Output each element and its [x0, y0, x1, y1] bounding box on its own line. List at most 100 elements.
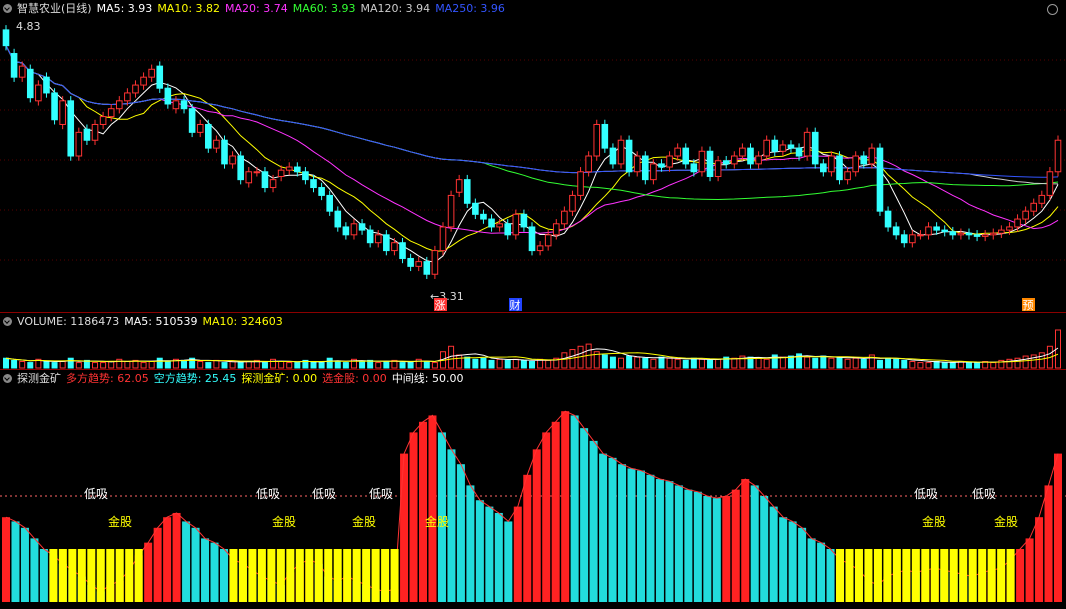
candle-body [140, 76, 147, 86]
indicator-bar [712, 498, 721, 602]
candle-body [91, 123, 99, 141]
candle-body [561, 210, 568, 225]
volume-bar [407, 360, 414, 369]
volume-bar [237, 362, 244, 369]
volume-bar [707, 359, 714, 369]
signal-gold-stock: 金股 [352, 514, 376, 529]
volume-bar [990, 362, 997, 369]
volume-label-2: MA10: 324603 [202, 315, 283, 328]
gold-bar [949, 549, 958, 602]
candle-body [860, 155, 868, 165]
gold-bar [134, 549, 143, 602]
candle-body [1014, 218, 1021, 228]
gold-bar [96, 549, 105, 602]
volume-bar [933, 360, 940, 369]
volume-bar [27, 362, 34, 369]
gold-bar [873, 549, 882, 602]
signal-gold-stock: 金股 [922, 514, 946, 529]
ma120-line [5, 45, 1058, 185]
indicator-bar [485, 506, 494, 602]
candle-body [294, 166, 301, 173]
volume-bar [221, 362, 228, 369]
volume-bar [1038, 352, 1045, 369]
event-marker-text: 财 [510, 298, 521, 312]
volume-bar [67, 357, 74, 369]
indicator-bar [11, 521, 20, 602]
candle-body [998, 229, 1005, 234]
indicator-bar [580, 428, 589, 602]
candle-body [59, 100, 66, 125]
candle-body [504, 223, 512, 236]
volume-bar [431, 362, 438, 369]
candle-body [1046, 171, 1054, 196]
signal-low-buy: 低吸 [84, 487, 108, 501]
pane-divider [0, 312, 1066, 313]
volume-bar [504, 359, 511, 369]
candle-body [706, 150, 714, 177]
indicator-bar [779, 517, 788, 602]
volume-bar [1030, 354, 1037, 369]
indicator-bar [182, 521, 191, 602]
volume-bar [270, 358, 277, 369]
volume-bar [804, 356, 811, 369]
candle-body [1006, 226, 1013, 231]
gold-bar [371, 549, 380, 602]
candle-body [67, 100, 75, 157]
indicator-bar [731, 489, 740, 602]
candle-body [277, 169, 285, 177]
collapse-icon[interactable] [3, 374, 12, 383]
candle-body [1022, 210, 1029, 220]
signal-low-buy: 低吸 [972, 487, 996, 501]
volume-bar [116, 358, 123, 369]
candle-body [455, 179, 463, 193]
volume-bar [11, 359, 18, 369]
candle-body [1054, 139, 1062, 173]
candle-body [771, 139, 779, 152]
volume-bar [690, 357, 697, 369]
indicator-bar [570, 415, 579, 602]
volume-bar [529, 360, 535, 369]
collapse-icon[interactable] [3, 4, 12, 13]
candle-body [779, 144, 787, 152]
collapse-icon[interactable] [3, 317, 12, 326]
candle-body [302, 171, 309, 181]
indicator-bar [1044, 485, 1053, 602]
indicator-label-3: 探测金矿: 0.00 [241, 372, 318, 385]
candle-body [650, 163, 657, 181]
gold-bar [295, 549, 304, 602]
volume-bar [294, 362, 301, 369]
ma-label-2: MA20: 3.74 [225, 2, 288, 15]
candle-body [820, 163, 827, 173]
volume-bar [156, 357, 163, 369]
volume-bar [213, 359, 220, 369]
candle-body [698, 150, 706, 173]
window-control-icon[interactable] [1047, 4, 1058, 15]
candle-body [722, 160, 730, 165]
volume-bar [909, 360, 916, 369]
indicator-bar [741, 479, 750, 602]
signal-gold-stock: 金股 [108, 514, 132, 529]
candle-body [544, 234, 552, 247]
gold-bar [940, 549, 949, 602]
gold-bar [883, 549, 892, 602]
indicator-label-5: 中间线: 50.00 [391, 372, 464, 385]
candle-body [909, 234, 916, 244]
candle-body [690, 163, 698, 173]
volume-bar [108, 360, 115, 369]
candle-body [795, 147, 803, 157]
indicator-bar [655, 479, 664, 602]
candle-body [269, 179, 277, 189]
gold-bar [362, 549, 371, 602]
indicator-bar [551, 421, 560, 602]
volume-bar [480, 357, 487, 369]
volume-bar [601, 354, 608, 369]
candle-body [528, 226, 536, 252]
volume-bar [59, 360, 66, 369]
gold-bar [911, 549, 920, 602]
candle-body [221, 139, 228, 165]
gold-bar [125, 549, 134, 602]
gold-bar [854, 549, 863, 602]
candle-body [641, 155, 649, 181]
indicator-bar [788, 521, 797, 602]
gold-bar [229, 549, 238, 602]
